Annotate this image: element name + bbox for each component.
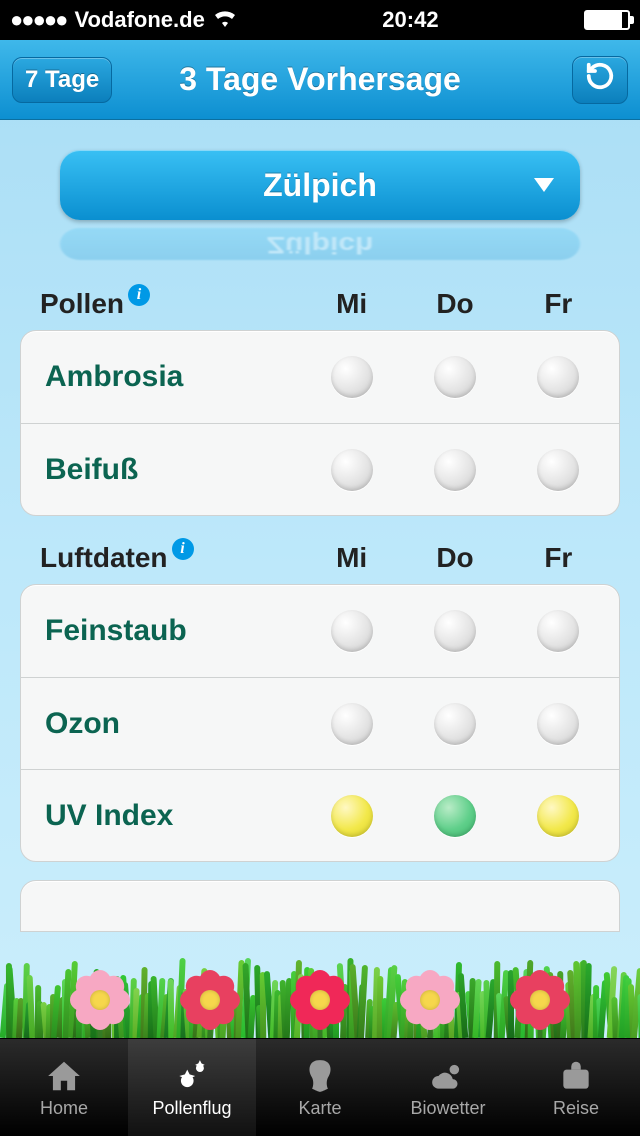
air-section-header: Luftdaten i Mi Do Fr [0, 516, 640, 584]
tab-label: Reise [553, 1098, 599, 1119]
level-indicator [434, 610, 476, 652]
level-indicator [434, 356, 476, 398]
pollen-section-header: Pollen i Mi Do Fr [0, 274, 640, 330]
refresh-button[interactable] [572, 56, 628, 104]
day-col-1: Mi [300, 288, 403, 320]
tab-reise[interactable]: Reise [512, 1039, 640, 1136]
battery-icon [584, 10, 630, 30]
air-table: Feinstaub Ozon UV Index [20, 584, 620, 862]
level-indicator [537, 356, 579, 398]
tab-label: Karte [298, 1098, 341, 1119]
day-col-3: Fr [507, 288, 610, 320]
level-indicator [331, 449, 373, 491]
info-icon[interactable]: i [128, 284, 150, 306]
table-row[interactable]: Beifuß [21, 423, 619, 515]
level-indicator [434, 703, 476, 745]
level-indicator [434, 449, 476, 491]
carrier-label: Vodafone.de [74, 7, 204, 33]
level-indicator [331, 610, 373, 652]
reise-icon [554, 1056, 598, 1096]
next-card-peek [20, 880, 620, 932]
level-cell [301, 449, 404, 491]
row-label: Ambrosia [45, 360, 301, 394]
tab-label: Pollenflug [152, 1098, 231, 1119]
level-indicator [537, 703, 579, 745]
level-indicator [331, 703, 373, 745]
level-indicator [331, 795, 373, 837]
table-row[interactable]: UV Index [21, 769, 619, 861]
level-indicator [537, 449, 579, 491]
signal-strength: ●●●●● [10, 7, 66, 33]
tab-label: Home [40, 1098, 88, 1119]
wifi-icon [213, 7, 237, 33]
location-reflection: Zülpich [60, 228, 580, 260]
level-cell [404, 610, 507, 652]
tab-pollen[interactable]: Pollenflug [128, 1039, 256, 1136]
level-indicator [434, 795, 476, 837]
location-selected-label: Zülpich [263, 167, 377, 203]
refresh-icon [585, 61, 615, 99]
tab-home[interactable]: Home [0, 1039, 128, 1136]
level-indicator [331, 356, 373, 398]
level-cell [404, 356, 507, 398]
tab-biowetter[interactable]: Biowetter [384, 1039, 512, 1136]
home-icon [42, 1056, 86, 1096]
clock: 20:42 [237, 7, 584, 33]
level-cell [301, 795, 404, 837]
day-col-2: Do [403, 542, 506, 574]
day-col-1: Mi [300, 542, 403, 574]
tab-label: Biowetter [410, 1098, 485, 1119]
toggle-7tage-button[interactable]: 7 Tage [12, 57, 112, 103]
tab-bar: Home Pollenflug Karte Biowetter Reise [0, 1038, 640, 1136]
pollen-label: Pollen [40, 288, 124, 320]
row-label: Beifuß [45, 453, 301, 487]
table-row[interactable]: Ambrosia [21, 331, 619, 423]
table-row[interactable]: Ozon [21, 677, 619, 769]
air-label: Luftdaten [40, 542, 168, 574]
info-icon[interactable]: i [172, 538, 194, 560]
tab-map[interactable]: Karte [256, 1039, 384, 1136]
level-cell [506, 449, 609, 491]
row-label: Feinstaub [45, 614, 301, 648]
biowetter-icon [426, 1056, 470, 1096]
map-icon [298, 1056, 342, 1096]
level-indicator [537, 795, 579, 837]
level-cell [506, 610, 609, 652]
table-row[interactable]: Feinstaub [21, 585, 619, 677]
day-col-3: Fr [507, 542, 610, 574]
meadow-decoration [0, 928, 640, 1038]
row-label: UV Index [45, 799, 301, 833]
location-selector[interactable]: Zülpich [60, 150, 580, 220]
level-cell [404, 795, 507, 837]
status-bar: ●●●●● Vodafone.de 20:42 [0, 0, 640, 40]
pollen-icon [170, 1056, 214, 1096]
chevron-down-icon [534, 178, 554, 192]
level-cell [301, 356, 404, 398]
level-cell [506, 703, 609, 745]
level-cell [506, 795, 609, 837]
navigation-bar: 7 Tage 3 Tage Vorhersage [0, 40, 640, 120]
level-cell [301, 703, 404, 745]
level-cell [506, 356, 609, 398]
day-col-2: Do [403, 288, 506, 320]
pollen-table: Ambrosia Beifuß [20, 330, 620, 516]
level-cell [404, 449, 507, 491]
level-indicator [537, 610, 579, 652]
row-label: Ozon [45, 707, 301, 741]
level-cell [301, 610, 404, 652]
level-cell [404, 703, 507, 745]
